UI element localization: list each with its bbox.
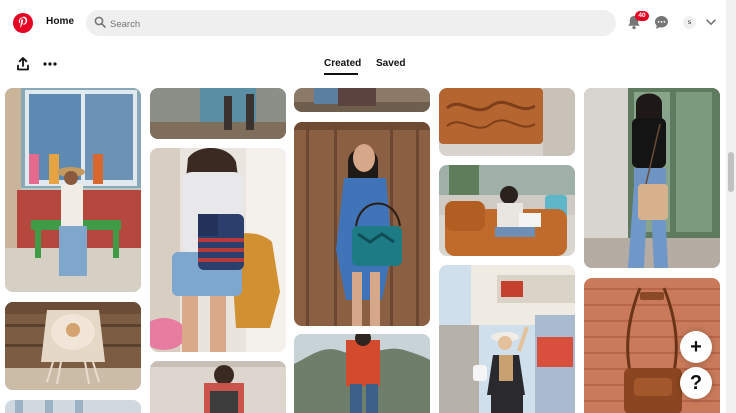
add-button[interactable]: + <box>680 331 712 363</box>
pin-image[interactable] <box>5 302 141 390</box>
pin-image[interactable] <box>5 400 141 413</box>
pinterest-logo-icon[interactable] <box>13 13 33 33</box>
pin-image[interactable] <box>150 361 286 413</box>
pin-image[interactable] <box>439 88 575 156</box>
search-input[interactable] <box>108 15 592 33</box>
search-icon <box>94 16 106 28</box>
tab-selected-indicator <box>324 73 358 75</box>
help-button[interactable]: ? <box>680 367 712 399</box>
more-icon[interactable] <box>43 62 57 66</box>
notification-badge: 40 <box>635 11 649 21</box>
page-scrollbar[interactable] <box>726 0 736 413</box>
avatar[interactable]: s <box>683 16 696 29</box>
pin-image[interactable] <box>584 88 720 268</box>
pin-image[interactable] <box>5 88 141 292</box>
home-link[interactable]: Home <box>46 16 74 27</box>
pin-image[interactable] <box>294 334 430 413</box>
tab-saved[interactable]: Saved <box>376 58 405 69</box>
top-navigation-bar: Home 40 s <box>0 0 736 46</box>
search-bar[interactable] <box>86 10 616 36</box>
pin-image[interactable] <box>439 165 575 256</box>
pin-image[interactable] <box>439 265 575 413</box>
pin-grid <box>0 88 726 413</box>
chevron-down-icon[interactable] <box>706 19 716 26</box>
pin-image[interactable] <box>150 88 286 139</box>
pin-image[interactable] <box>294 122 430 326</box>
share-icon[interactable] <box>17 57 29 71</box>
chat-icon[interactable] <box>654 15 669 30</box>
board-toolbar <box>0 46 736 86</box>
pin-image[interactable] <box>150 148 286 352</box>
scrollbar-thumb[interactable] <box>728 152 734 192</box>
pin-image[interactable] <box>294 88 430 112</box>
tab-created[interactable]: Created <box>324 58 361 69</box>
